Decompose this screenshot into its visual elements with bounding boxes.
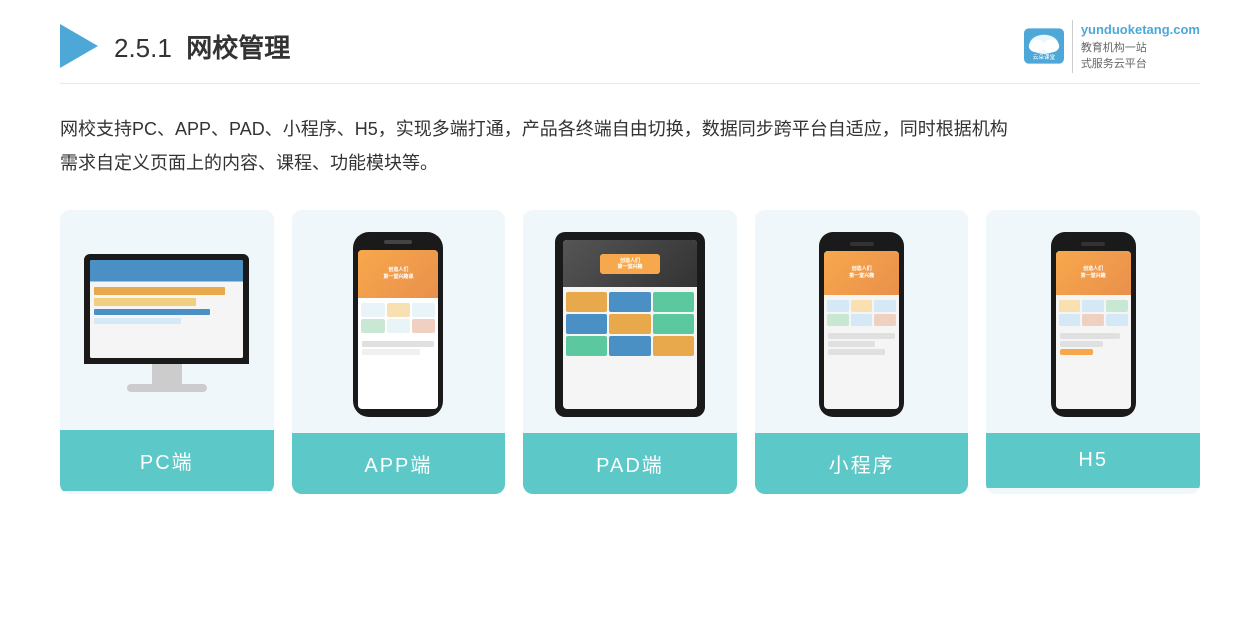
card-miniapp-label: 小程序 bbox=[755, 433, 969, 494]
card-app-image: 创造人们第一堂兴趣课 bbox=[292, 210, 506, 433]
logo-tagline-1: 教育机构一站 bbox=[1081, 40, 1200, 57]
card-app-label: APP端 bbox=[292, 433, 506, 494]
app-screen: 创造人们第一堂兴趣课 bbox=[358, 250, 438, 409]
monitor-screen bbox=[90, 260, 243, 358]
card-app: 创造人们第一堂兴趣课 bbox=[292, 210, 506, 494]
card-h5-image: 创造人们第一堂兴趣 bbox=[986, 210, 1200, 433]
page: 2.5.1 网校管理 云朵课堂 yunduoketang.com 教育机构一站 … bbox=[0, 0, 1260, 630]
logo: 云朵课堂 yunduoketang.com 教育机构一站 式服务云平台 bbox=[1024, 20, 1200, 73]
page-title: 2.5.1 网校管理 bbox=[114, 28, 290, 65]
card-h5: 创造人们第一堂兴趣 bbox=[986, 210, 1200, 494]
section-number: 2.5.1 bbox=[114, 33, 172, 63]
h5-screen: 创造人们第一堂兴趣 bbox=[1056, 251, 1131, 409]
pad-device: 创造人们第一堂兴趣 bbox=[555, 232, 705, 417]
card-pad-label: PAD端 bbox=[523, 433, 737, 494]
title-text: 网校管理 bbox=[186, 33, 290, 63]
logo-url: yunduoketang.com bbox=[1081, 20, 1200, 40]
description-line2: 需求自定义页面上的内容、课程、功能模块等。 bbox=[60, 146, 1200, 180]
card-pc-label: PC端 bbox=[60, 430, 274, 491]
header-left: 2.5.1 网校管理 bbox=[60, 24, 290, 68]
card-pad: 创造人们第一堂兴趣 bbox=[523, 210, 737, 494]
app-device: 创造人们第一堂兴趣课 bbox=[353, 232, 443, 417]
logo-icon: 云朵课堂 bbox=[1024, 28, 1064, 64]
header: 2.5.1 网校管理 云朵课堂 yunduoketang.com 教育机构一站 … bbox=[60, 0, 1200, 84]
card-h5-label: H5 bbox=[986, 433, 1200, 488]
card-pad-image: 创造人们第一堂兴趣 bbox=[523, 210, 737, 433]
header-right: 云朵课堂 yunduoketang.com 教育机构一站 式服务云平台 bbox=[1024, 20, 1200, 73]
cards-container: PC端 创造人们第一堂兴趣课 bbox=[60, 210, 1200, 494]
description-line1: 网校支持PC、APP、PAD、小程序、H5，实现多端打通，产品各终端自由切换，数… bbox=[60, 112, 1200, 146]
play-icon bbox=[60, 24, 98, 68]
pc-device bbox=[84, 254, 249, 392]
description: 网校支持PC、APP、PAD、小程序、H5，实现多端打通，产品各终端自由切换，数… bbox=[60, 112, 1200, 180]
card-miniapp-image: 创造人们第一堂兴趣 bbox=[755, 210, 969, 433]
pad-screen: 创造人们第一堂兴趣 bbox=[563, 240, 697, 409]
card-pc-image bbox=[60, 210, 274, 430]
logo-tagline-2: 式服务云平台 bbox=[1081, 56, 1200, 73]
miniapp-screen: 创造人们第一堂兴趣 bbox=[824, 251, 899, 409]
card-miniapp: 创造人们第一堂兴趣 bbox=[755, 210, 969, 494]
card-pc: PC端 bbox=[60, 210, 274, 494]
miniapp-device: 创造人们第一堂兴趣 bbox=[819, 232, 904, 417]
h5-device: 创造人们第一堂兴趣 bbox=[1051, 232, 1136, 417]
logo-text: yunduoketang.com 教育机构一站 式服务云平台 bbox=[1072, 20, 1200, 73]
monitor-body bbox=[84, 254, 249, 364]
